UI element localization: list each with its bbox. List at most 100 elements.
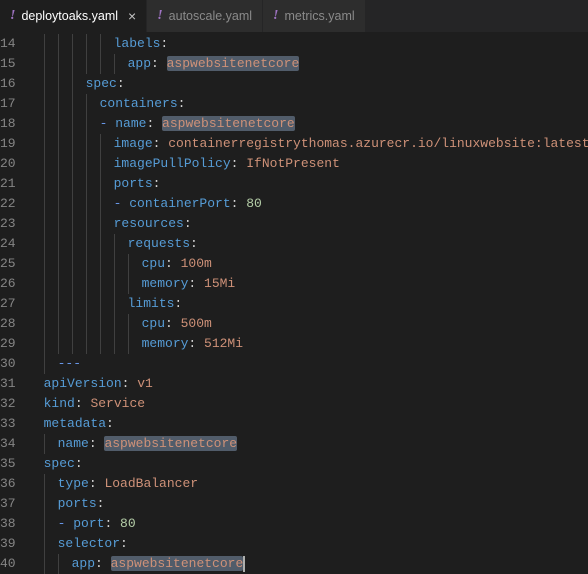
code-line[interactable]: kind: Service [30,394,588,414]
code-line[interactable]: app: aspwebsitenetcore [30,554,588,574]
indent-guide [44,214,45,234]
indent-guide [100,334,101,354]
indent-guide [44,274,45,294]
line-number: 37 [0,494,30,514]
line-number: 27 [0,294,30,314]
code-line[interactable]: type: LoadBalancer [30,474,588,494]
code-line[interactable]: cpu: 500m [30,314,588,334]
editor-area[interactable]: 1415161718192021222324252627282930313233… [0,32,588,561]
indent-guide [44,434,45,454]
code-line[interactable]: labels: [30,34,588,54]
tab-metrics[interactable]: ! metrics.yaml [263,0,366,32]
code-line[interactable]: requests: [30,234,588,254]
code-line[interactable]: cpu: 100m [30,254,588,274]
yaml-token: : [153,136,169,151]
indent-guide [100,294,101,314]
code-line[interactable]: ports: [30,494,588,514]
yaml-key: spec [86,76,117,91]
indent-guide [100,54,101,74]
indent-guide [58,134,59,154]
yaml-token: : [122,376,138,391]
yaml-key: name [58,436,89,451]
indent-guide [44,34,45,54]
indent-guide [44,334,45,354]
code-line[interactable]: spec: [30,74,588,94]
code-line[interactable]: metadata: [30,414,588,434]
line-number: 28 [0,314,30,334]
yaml-key: cpu [142,316,165,331]
yaml-key: containerPort [129,196,230,211]
code-line[interactable]: memory: 512Mi [30,334,588,354]
tab-label: autoscale.yaml [169,9,252,23]
code-line[interactable]: - containerPort: 80 [30,194,588,214]
yaml-string: aspwebsitenetcore [162,116,295,131]
yaml-string: IfNotPresent [246,156,340,171]
indent-guide [100,154,101,174]
indent-guide [86,294,87,314]
yaml-key: name [115,116,146,131]
indent-guide [72,74,73,94]
code-line[interactable]: spec: [30,454,588,474]
yaml-token: : [153,176,161,191]
indent-guide [86,114,87,134]
yaml-string: aspwebsitenetcore [104,436,237,451]
indent-guide [86,314,87,334]
yaml-file-icon: ! [157,8,162,24]
indent-guide [86,174,87,194]
code-line[interactable]: selector: [30,534,588,554]
yaml-token: : [174,296,182,311]
yaml-token: : [231,196,247,211]
line-number: 15 [0,54,30,74]
indent-guide [58,94,59,114]
line-number: 30 [0,354,30,374]
yaml-dash: - [100,116,116,131]
indent-guide [44,194,45,214]
code-line[interactable]: image: containerregistrythomas.azurecr.i… [30,134,588,154]
code-line[interactable]: limits: [30,294,588,314]
tab-deploytoaks[interactable]: ! deploytoaks.yaml × [0,0,147,32]
indent-guide [44,154,45,174]
code-line[interactable]: imagePullPolicy: IfNotPresent [30,154,588,174]
line-number: 31 [0,374,30,394]
code-line[interactable]: ports: [30,174,588,194]
indent-guide [114,54,115,74]
indent-guide [44,54,45,74]
yaml-file-icon: ! [273,8,278,24]
tab-autoscale[interactable]: ! autoscale.yaml [147,0,263,32]
line-number: 18 [0,114,30,134]
yaml-key: imagePullPolicy [114,156,231,171]
indent-guide [44,474,45,494]
indent-guide [44,534,45,554]
yaml-string: 15Mi [204,276,235,291]
code-line[interactable]: memory: 15Mi [30,274,588,294]
code-content[interactable]: labels:app: aspwebsitenetcorespec:contai… [30,32,588,561]
code-line[interactable]: apiVersion: v1 [30,374,588,394]
indent-guide [72,314,73,334]
line-number: 20 [0,154,30,174]
code-line[interactable]: name: aspwebsitenetcore [30,434,588,454]
yaml-token: : [106,416,114,431]
indent-guide [72,34,73,54]
yaml-string: aspwebsitenetcore [111,556,244,571]
indent-guide [58,254,59,274]
yaml-key: limits [128,296,175,311]
code-line[interactable]: resources: [30,214,588,234]
yaml-token: : [190,236,198,251]
indent-guide [44,134,45,154]
code-line[interactable]: containers: [30,94,588,114]
indent-guide [72,214,73,234]
indent-guide [86,134,87,154]
code-line[interactable]: - port: 80 [30,514,588,534]
close-icon[interactable]: × [128,9,136,23]
yaml-token: : [146,116,162,131]
code-line[interactable]: - name: aspwebsitenetcore [30,114,588,134]
indent-guide [58,114,59,134]
code-line[interactable]: app: aspwebsitenetcore [30,54,588,74]
code-line[interactable]: --- [30,354,588,374]
yaml-token: : [89,436,105,451]
yaml-key: spec [44,456,75,471]
indent-guide [58,214,59,234]
indent-guide [86,274,87,294]
line-number: 23 [0,214,30,234]
line-number: 25 [0,254,30,274]
